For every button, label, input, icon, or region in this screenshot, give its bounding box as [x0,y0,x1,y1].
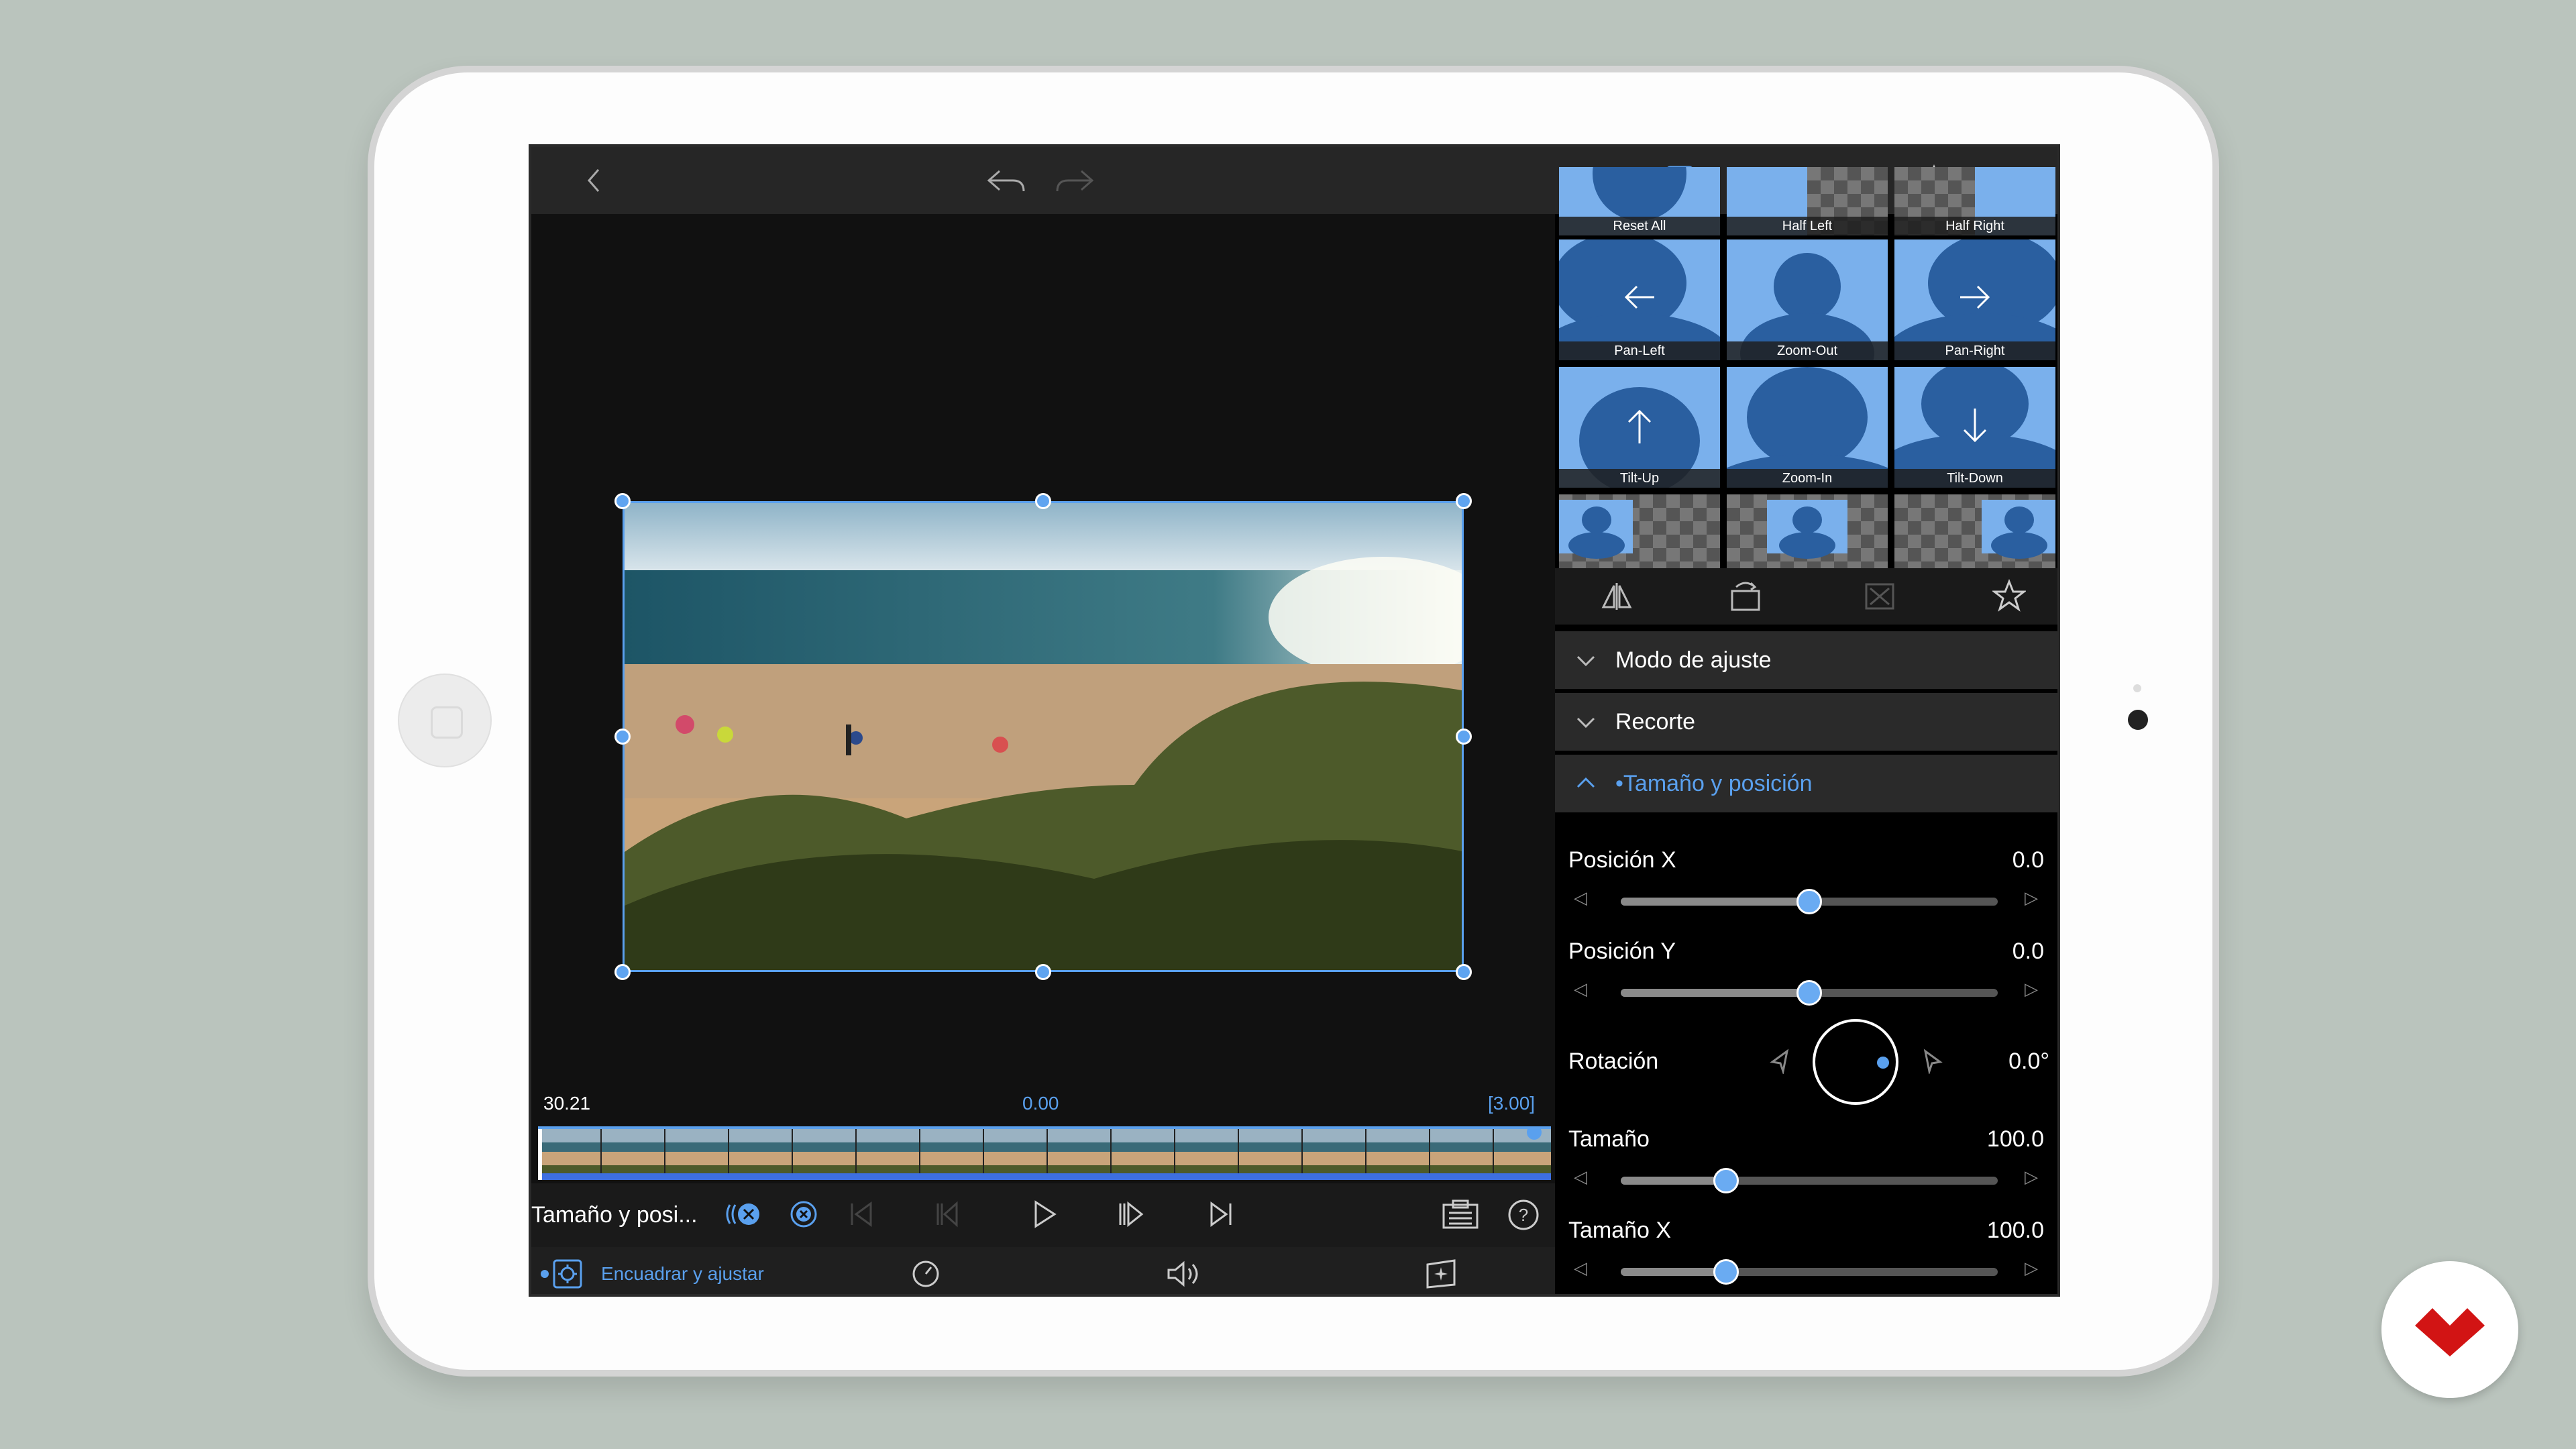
size-x-label: Tamaño X [1568,1218,1672,1243]
increment-icon[interactable]: ▷ [2025,979,2038,1000]
preset-corner-right[interactable] [1894,494,2055,568]
preset-tilt-up[interactable]: Tilt-Up [1559,367,1720,488]
resize-handle-tc[interactable] [1035,493,1051,509]
next-keyframe-icon[interactable] [1116,1199,1146,1229]
video-preview [531,214,1555,1240]
section-modo-de-ajuste[interactable]: Modo de ajuste [1555,631,2057,689]
playhead-left[interactable] [538,1129,542,1180]
rotate-right-icon[interactable] [1920,1047,1944,1074]
size-slider[interactable] [1621,1168,1998,1193]
pos-y-value: 0.0 [2012,938,2044,964]
chevron-left-icon[interactable] [580,166,609,195]
resize-handle-bl[interactable] [614,964,631,980]
size-x-slider[interactable] [1621,1259,1998,1285]
light-sensor [2133,684,2141,692]
timeline-filmstrip[interactable] [538,1126,1551,1180]
preset-zoom-out[interactable]: Zoom-Out [1727,239,1888,360]
slider-knob[interactable] [1796,980,1822,1006]
transform-panel: Reset All Half Left Half Right Pan-Left … [1555,167,2057,1294]
pos-x-label: Posición X [1568,847,1676,873]
preset-toolbar [1555,568,2057,625]
preset-pan-left[interactable]: Pan-Left [1559,239,1720,360]
rotation-value: 0.0° [2008,1049,2049,1074]
clip-title: Tamaño y posi... [531,1202,698,1228]
preset-tilt-down[interactable]: Tilt-Down [1894,367,2055,488]
volume-icon[interactable] [1165,1258,1202,1290]
current-time: 0.00 [1022,1093,1059,1114]
size-label: Tamaño [1568,1126,1650,1152]
resize-handle-mr[interactable] [1456,729,1472,745]
slider-knob[interactable] [1713,1259,1739,1285]
section-recorte[interactable]: Recorte [1555,693,2057,751]
beach-image[interactable] [623,501,1464,972]
start-time: 30.21 [543,1093,591,1114]
play-icon[interactable] [1028,1198,1060,1230]
app-screen: 30.21 0.00 [3.00] Tamaño y posi... ? Enc… [529,144,2060,1297]
bottom-toolbar: Encuadrar y ajustar [531,1247,1555,1294]
active-dot [541,1270,549,1278]
preset-half-left[interactable]: Half Left [1727,167,1888,235]
chevron-down-icon [1576,717,1595,729]
rotation-indicator [1877,1057,1889,1069]
pos-y-label: Posición Y [1568,938,1676,964]
resize-handle-br[interactable] [1456,964,1472,980]
increment-icon[interactable]: ▷ [2025,1167,2038,1187]
preset-pan-right[interactable]: Pan-Right [1894,239,2055,360]
decrement-icon[interactable]: ◁ [1574,979,1587,1000]
fit-icon[interactable] [1864,580,1896,612]
resize-handle-bc[interactable] [1035,964,1051,980]
mode-label[interactable]: Encuadrar y ajustar [601,1263,764,1285]
flip-icon[interactable] [1601,580,1633,612]
help-icon[interactable]: ? [1507,1198,1540,1232]
pos-x-value: 0.0 [2012,847,2044,873]
speed-icon[interactable] [911,1259,941,1289]
favorite-star-icon[interactable] [1992,579,2026,612]
decrement-icon[interactable]: ◁ [1574,1258,1587,1279]
size-value: 100.0 [1986,1126,2044,1152]
frame-fit-icon[interactable] [551,1258,584,1290]
home-button[interactable] [398,674,492,767]
section-label: •Tamaño y posición [1615,771,1813,796]
clip-duration: [3.00] [1488,1093,1536,1114]
size-x-value: 100.0 [1986,1218,2044,1243]
section-label: Recorte [1615,709,1696,735]
resize-handle-tl[interactable] [614,493,631,509]
previous-keyframe-icon[interactable] [931,1199,961,1229]
front-camera [2128,710,2148,730]
resize-handle-tr[interactable] [1456,493,1472,509]
effects-icon[interactable] [1424,1258,1458,1290]
pos-y-slider[interactable] [1621,980,1998,1006]
slider-knob[interactable] [1796,889,1822,914]
undo-icon[interactable] [985,166,1028,195]
increment-icon[interactable]: ▷ [2025,888,2038,908]
preset-half-right[interactable]: Half Right [1894,167,2055,235]
brand-logo [2381,1261,2518,1398]
redo-icon[interactable] [1053,166,1096,195]
skip-start-icon[interactable] [847,1199,876,1229]
playback-bar: Tamaño y posi... ? [531,1183,1555,1247]
decrement-icon[interactable]: ◁ [1574,888,1587,908]
rotation-label: Rotación [1568,1049,1659,1074]
preset-corner-left[interactable] [1559,494,1720,568]
clipboard-icon[interactable] [1441,1198,1480,1230]
pos-x-slider[interactable] [1621,889,1998,914]
svg-text:?: ? [1519,1205,1528,1225]
increment-icon[interactable]: ▷ [2025,1258,2038,1279]
rotation-dial[interactable] [1813,1019,1898,1105]
chevron-up-icon [1576,777,1595,788]
slider-knob[interactable] [1713,1168,1739,1193]
resize-handle-ml[interactable] [614,729,631,745]
section-label: Modo de ajuste [1615,647,1772,673]
section-tamano-posicion[interactable]: •Tamaño y posición [1555,755,2057,812]
skip-end-icon[interactable] [1206,1199,1236,1229]
decrement-icon[interactable]: ◁ [1574,1167,1587,1187]
preset-corner-center[interactable] [1727,494,1888,568]
preset-zoom-in[interactable]: Zoom-In [1727,367,1888,488]
keyframe-icon[interactable] [723,1199,763,1229]
preset-reset-all[interactable]: Reset All [1559,167,1720,235]
rotate-left-icon[interactable] [1768,1047,1792,1074]
remove-keyframe-icon[interactable] [789,1199,818,1229]
chevron-down-icon [1576,655,1595,667]
rotate-icon[interactable] [1728,579,1763,614]
